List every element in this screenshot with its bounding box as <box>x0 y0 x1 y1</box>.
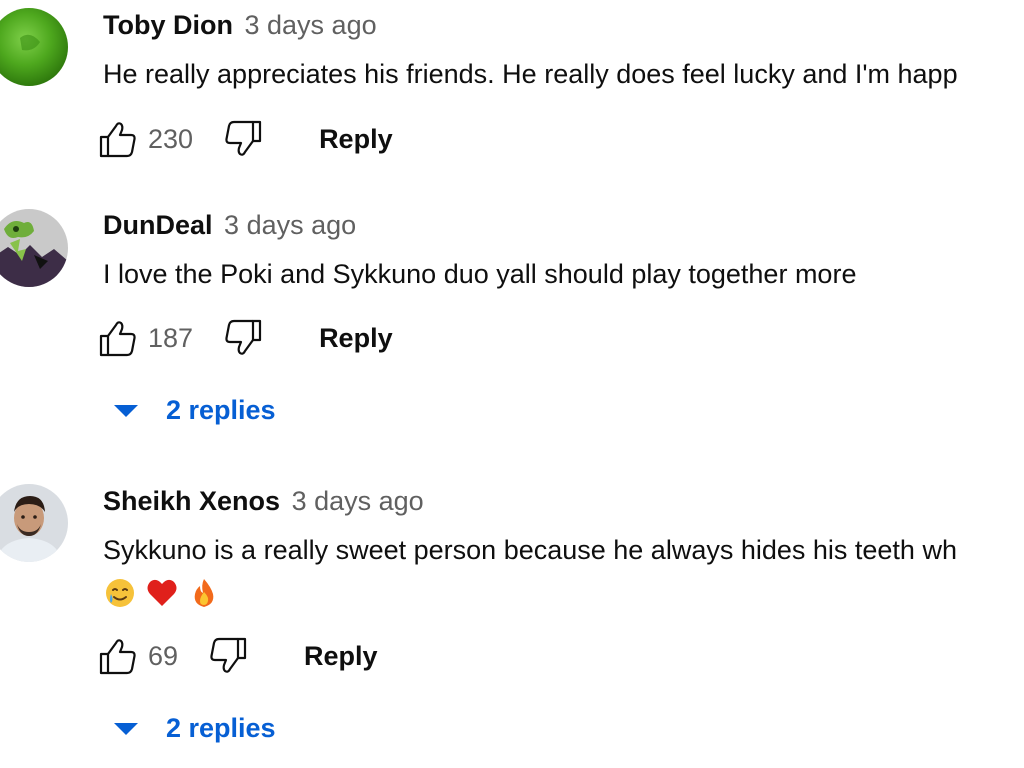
comment-actions: 230 Reply <box>96 117 393 161</box>
like-button[interactable] <box>96 316 140 360</box>
dislike-button[interactable] <box>206 634 250 678</box>
comment-header: Sheikh Xenos 3 days ago <box>103 485 424 517</box>
replies-label: 2 replies <box>166 394 276 425</box>
comment-header: Toby Dion 3 days ago <box>103 9 377 41</box>
thumbs-up-icon <box>99 122 136 158</box>
reply-button[interactable]: Reply <box>319 124 393 155</box>
fire-icon <box>194 579 214 607</box>
avatar-character-icon <box>0 209 68 287</box>
thumbs-down-icon <box>210 637 247 673</box>
avatar-green-icon <box>0 8 68 86</box>
comment-actions: 187 Reply <box>96 316 393 360</box>
comment-text: I love the Poki and Sykkuno duo yall sho… <box>103 259 857 289</box>
view-replies-button[interactable]: 2 replies <box>114 390 276 430</box>
thumbs-up-icon <box>99 321 136 357</box>
comment-time[interactable]: 3 days ago <box>292 486 424 516</box>
thumbs-down-icon <box>225 120 262 156</box>
author-name[interactable]: Sheikh Xenos <box>103 486 280 516</box>
comment-time[interactable]: 3 days ago <box>245 10 377 40</box>
thumbs-up-icon <box>99 639 136 675</box>
avatar[interactable] <box>0 209 68 287</box>
comment-text: Sykkuno is a really sweet person because… <box>103 535 957 565</box>
thumbs-down-icon <box>225 319 262 355</box>
dislike-button[interactable] <box>221 117 265 161</box>
caret-down-icon <box>114 405 138 417</box>
like-count: 187 <box>148 322 194 353</box>
dislike-button[interactable] <box>221 316 265 360</box>
author-name[interactable]: Toby Dion <box>103 10 233 40</box>
red-heart-icon <box>147 579 177 606</box>
avatar-person-icon <box>0 484 68 562</box>
avatar[interactable] <box>0 8 68 86</box>
avatar[interactable] <box>0 484 68 562</box>
author-name[interactable]: DunDeal <box>103 210 213 240</box>
emoji-row <box>103 576 221 610</box>
comment-header: DunDeal 3 days ago <box>103 209 356 241</box>
comment-text: He really appreciates his friends. He re… <box>103 59 958 89</box>
comments-section: Toby Dion 3 days ago He really appreciat… <box>0 0 1024 768</box>
like-count: 69 <box>148 640 179 671</box>
like-button[interactable] <box>96 117 140 161</box>
reply-button[interactable]: Reply <box>319 323 393 354</box>
caret-down-icon <box>114 723 138 735</box>
like-count: 230 <box>148 123 194 154</box>
comment-time[interactable]: 3 days ago <box>224 210 356 240</box>
like-button[interactable] <box>96 634 140 678</box>
replies-label: 2 replies <box>166 712 276 743</box>
smiling-face-with-tear-icon <box>106 579 134 607</box>
reply-button[interactable]: Reply <box>304 641 378 672</box>
view-replies-button[interactable]: 2 replies <box>114 708 276 748</box>
comment-actions: 69 Reply <box>96 634 378 678</box>
